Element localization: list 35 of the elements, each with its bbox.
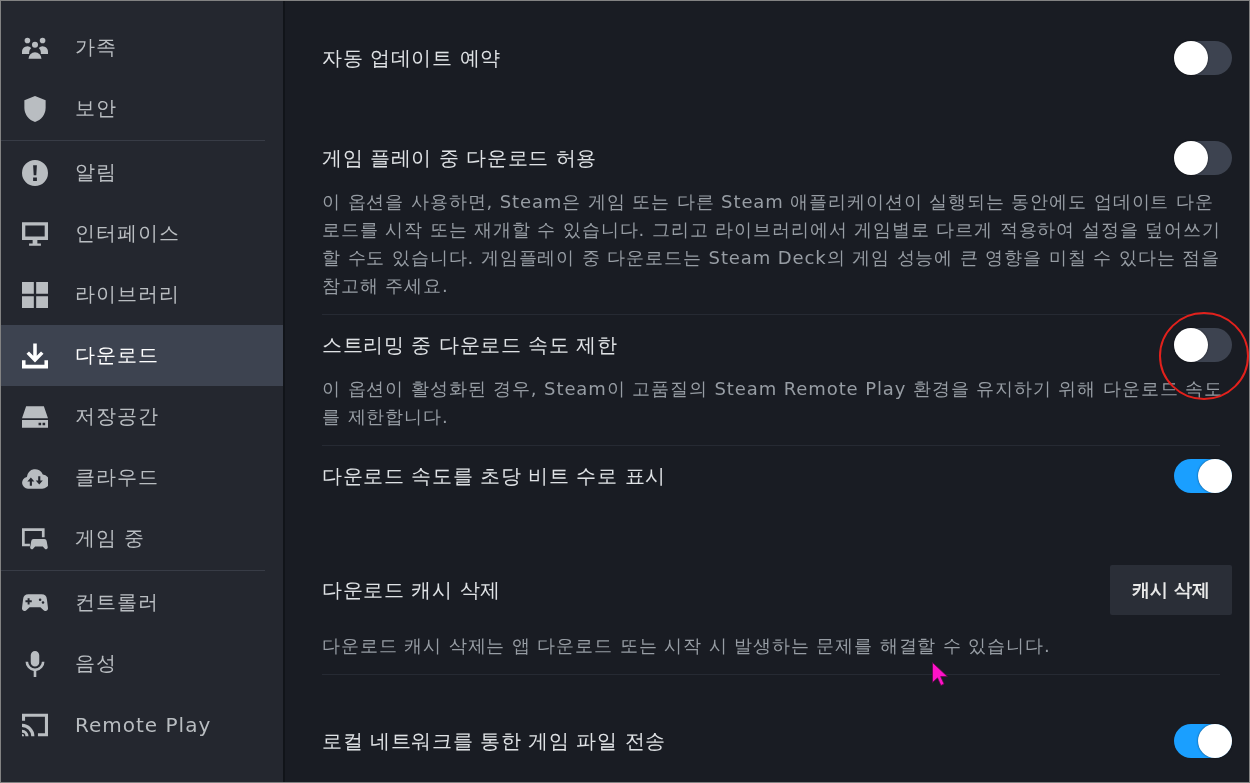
monitor-icon — [22, 220, 48, 247]
sidebar-item[interactable]: 게임 중 — [1, 508, 283, 569]
sidebar-item[interactable]: 라이브러리 — [1, 264, 283, 325]
sidebar-item[interactable]: 보안 — [1, 78, 283, 139]
hard-drive-icon — [22, 403, 48, 430]
toggle-switch[interactable] — [1174, 724, 1232, 758]
sidebar-item[interactable]: 음성 — [1, 633, 283, 694]
toggle-switch[interactable] — [1174, 41, 1232, 75]
setting-title: 스트리밍 중 다운로드 속도 제한 — [322, 331, 618, 359]
setting-description: 이 옵션을 사용하면, Steam은 게임 또는 다른 Steam 애플리케이션이 실행되는 동안에도 업데이트 다운로드를 시작 또는 재개할 수 있습니다. 그리고 라이브러리에서 게임별로 다르게 적용하여 설정을 덮어쓰기할 수도 있습니다. 게임플레이 중 다운로드는 Steam Deck의 게임 성능에 큰 영향을 미칠 수 있다는 점을 참고해 주세요. — [322, 190, 1222, 298]
sidebar-item[interactable]: 클라우드 — [1, 447, 283, 508]
sidebar-item[interactable]: 가족 — [1, 17, 283, 78]
action-button[interactable]: 캐시 삭제 — [1109, 565, 1232, 615]
setting-title: 자동 업데이트 예약 — [322, 44, 501, 72]
sidebar-item[interactable]: 다운로드 — [1, 325, 283, 386]
shield-icon — [22, 95, 48, 122]
download-icon — [22, 342, 48, 369]
sidebar-item[interactable]: 저장공간 — [1, 386, 283, 447]
setting-title: 다운로드 속도를 초당 비트 수로 표시 — [322, 462, 666, 490]
setting-title: 게임 플레이 중 다운로드 허용 — [322, 144, 598, 172]
sidebar-item[interactable]: Remote Play — [1, 694, 283, 755]
cast-icon — [22, 711, 48, 738]
toggle-switch[interactable] — [1174, 141, 1232, 175]
sidebar-item[interactable]: 알림 — [1, 142, 283, 203]
setting-description: 이 옵션이 활성화된 경우, Steam이 고품질의 Steam Remote Play 환경을 유지하기 위해 다운로드 속도를 제한합니다. — [322, 377, 1224, 429]
grid-icon — [22, 281, 48, 308]
toggle-switch[interactable] — [1174, 328, 1232, 362]
screen-gamepad-icon — [22, 525, 48, 552]
toggle-switch[interactable] — [1174, 459, 1232, 493]
setting-title: 다운로드 캐시 삭제 — [322, 576, 501, 604]
sidebar-item[interactable]: 컨트롤러 — [1, 572, 283, 633]
setting-title: 로컬 네트워크를 통한 게임 파일 전송 — [322, 727, 666, 755]
sidebar-item[interactable]: 인터페이스 — [1, 203, 283, 264]
setting-description: 다운로드 캐시 삭제는 앱 다운로드 또는 시작 시 발생하는 문제를 해결할 수 있습니다. — [322, 634, 1052, 658]
mouse-cursor-icon — [932, 662, 948, 686]
